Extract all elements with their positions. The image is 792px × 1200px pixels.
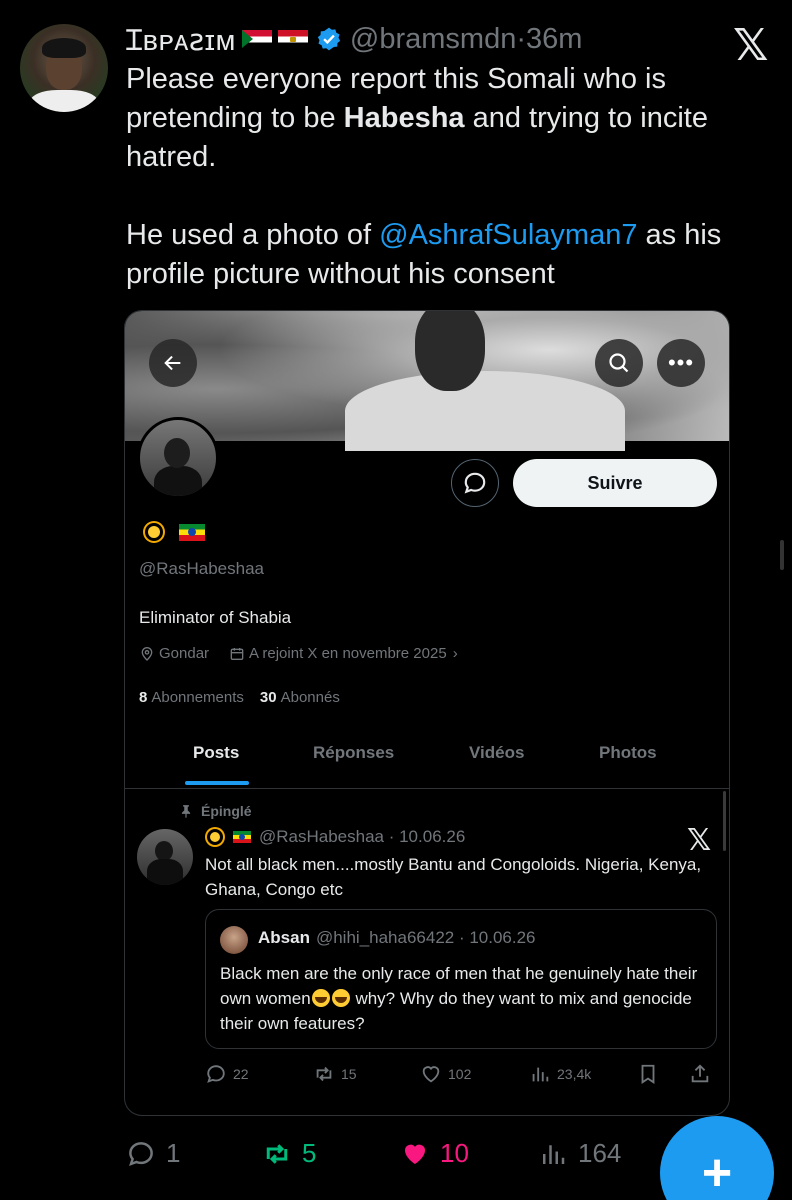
egypt-flag-icon: [277, 29, 308, 49]
crying-emoji-icon: [331, 989, 350, 1007]
chevron-right-icon[interactable]: ›: [453, 645, 458, 662]
tab-videos[interactable]: Vidéos: [469, 731, 524, 763]
tab-photos[interactable]: Photos: [599, 731, 657, 763]
more-icon[interactable]: •••: [657, 339, 705, 387]
follow-button[interactable]: Suivre: [513, 459, 717, 507]
compose-icon: +: [701, 1144, 733, 1200]
mention-link[interactable]: @AshrafSulayman7: [379, 219, 637, 251]
following-count[interactable]: 8 Abonnements: [139, 689, 244, 706]
repost-icon: [266, 1143, 288, 1164]
pinned-label: Épinglé: [179, 803, 252, 819]
verified-icon: [317, 27, 341, 51]
back-arrow-icon[interactable]: [149, 339, 197, 387]
like-icon: [405, 1144, 425, 1164]
ethiopia-flag-icon: [233, 831, 251, 843]
pin-icon: [181, 805, 191, 818]
bookmark-icon: [641, 1064, 655, 1084]
reply-icon: [129, 1141, 153, 1166]
repost-icon: [316, 1066, 332, 1082]
page-scrollbar[interactable]: [780, 540, 784, 570]
like-icon: [422, 1066, 440, 1083]
profile-location: Gondar: [159, 645, 210, 662]
share-icon: [691, 1064, 709, 1083]
reply-button[interactable]: 1: [126, 1138, 180, 1169]
crying-emoji-icon: [311, 989, 330, 1007]
follow-counts: 8 Abonnements 30 Abonnés: [139, 689, 340, 706]
quote-text: Black men are the only race of men that …: [220, 964, 698, 1033]
tweet-text: Please everyone report this Somali who i…: [126, 63, 722, 290]
profile-name-emojis: [141, 519, 205, 545]
sun-icon: [141, 519, 167, 545]
post-actions: 22 15 102 23,4k: [205, 1063, 717, 1087]
compose-button[interactable]: +: [660, 1116, 774, 1200]
bookmark-button[interactable]: [637, 1063, 659, 1085]
profile-banner: [125, 311, 729, 451]
quote-header: Absan @hihi_haha66422 · 10.06.26: [258, 928, 536, 948]
post-header: @RasHabeshaa · 10.06.26: [205, 827, 465, 847]
profile-avatar[interactable]: [137, 417, 219, 499]
repost-button[interactable]: 15: [313, 1063, 357, 1085]
profile-meta: Gondar A rejoint X en novembre 2025 ›: [139, 645, 458, 662]
like-button[interactable]: 10: [400, 1138, 469, 1169]
embedded-screenshot[interactable]: ••• Suivre @RasHabeshaa Eliminator of Sh…: [124, 310, 730, 1116]
post-handle-date[interactable]: @RasHabeshaa · 10.06.26: [259, 827, 465, 847]
author-avatar[interactable]: [20, 24, 108, 112]
quoted-post[interactable]: Absan @hihi_haha66422 · 10.06.26 Black me…: [205, 909, 717, 1049]
repost-button[interactable]: 5: [262, 1138, 316, 1169]
author-handle[interactable]: @bramsmdn·36m: [350, 23, 583, 56]
scrollbar[interactable]: [723, 791, 726, 851]
followers-count[interactable]: 30 Abonnés: [260, 689, 340, 706]
reply-icon: [207, 1065, 225, 1083]
views-icon: [532, 1067, 549, 1082]
tab-posts[interactable]: Posts: [193, 731, 239, 763]
calendar-icon: [230, 647, 244, 660]
like-button[interactable]: 102: [420, 1063, 471, 1085]
ethiopia-flag-icon: [179, 523, 205, 541]
active-tab-indicator: [185, 781, 249, 785]
quote-handle-date[interactable]: @hihi_haha66422 · 10.06.26: [316, 928, 536, 947]
tab-replies[interactable]: Réponses: [313, 731, 394, 763]
sun-icon: [205, 827, 225, 847]
message-icon[interactable]: [451, 459, 499, 507]
profile-joined[interactable]: A rejoint X en novembre 2025: [249, 645, 447, 662]
author-display-name[interactable]: Ɪʙᴘᴀꙅɪᴍ: [126, 20, 236, 59]
search-icon[interactable]: [595, 339, 643, 387]
sudan-flag-icon: [241, 29, 272, 49]
views-icon: [543, 1144, 565, 1164]
views-button[interactable]: 164: [538, 1138, 621, 1169]
profile-bio: Eliminator of Shabia: [139, 608, 292, 627]
quote-author-name[interactable]: Absan: [258, 928, 310, 947]
reply-button[interactable]: 22: [205, 1063, 249, 1085]
post-text: Not all black men....mostly Bantu and Co…: [205, 855, 702, 899]
quote-avatar[interactable]: [220, 926, 248, 954]
tweet-header: Ɪʙᴘᴀꙅɪᴍ @bramsmdn·36m: [126, 20, 583, 59]
profile-handle: @RasHabeshaa: [139, 559, 264, 578]
share-button[interactable]: [689, 1063, 711, 1085]
post-avatar[interactable]: [137, 829, 193, 885]
location-icon: [141, 646, 153, 661]
views-button[interactable]: 23,4k: [529, 1063, 591, 1085]
